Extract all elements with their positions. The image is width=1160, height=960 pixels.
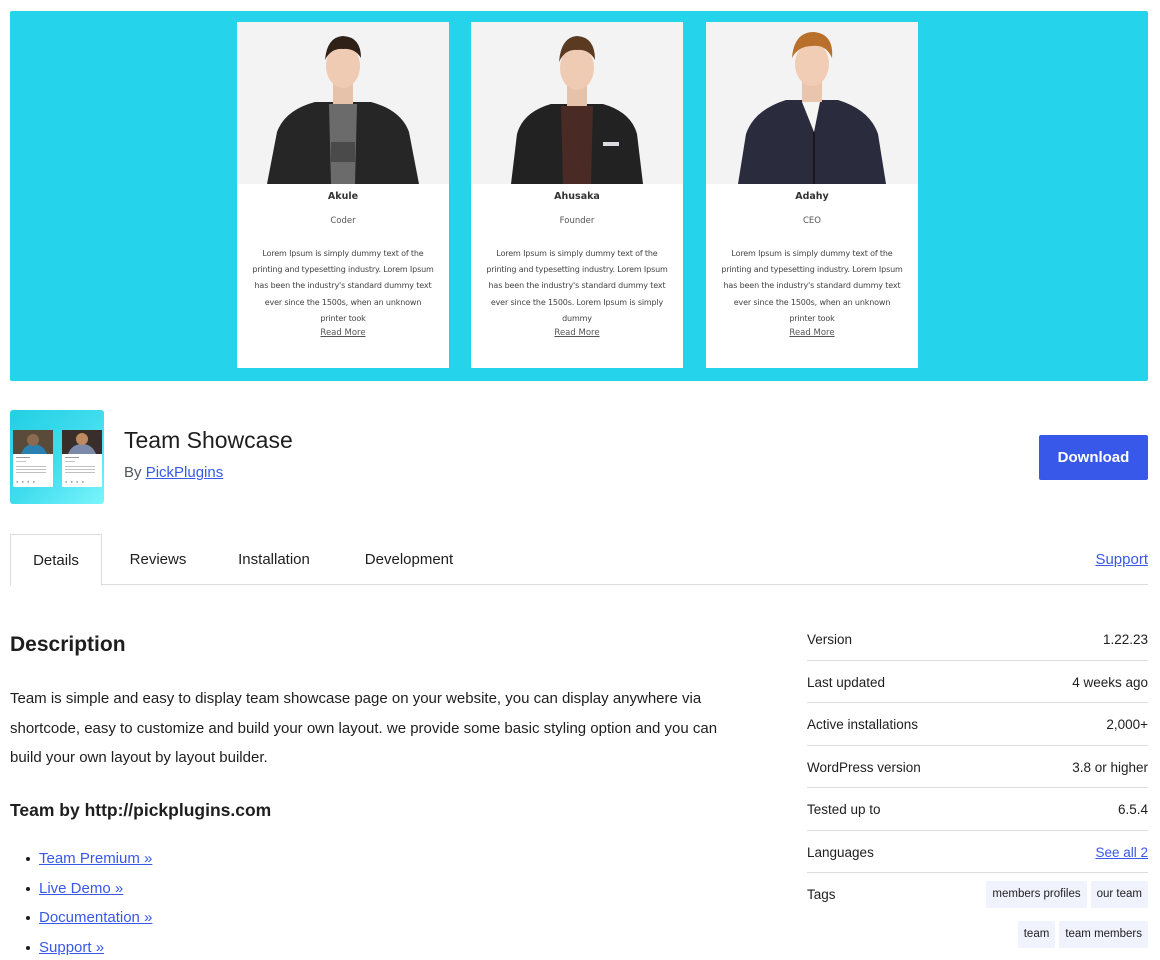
description-subheading: Team by http://pickplugins.com (10, 800, 272, 820)
meta-value: 3.8 or higher (1072, 759, 1148, 775)
meta-label: Active installations (807, 717, 919, 732)
support-link[interactable]: Support (1095, 534, 1148, 585)
mini-line (16, 469, 46, 471)
tab-details[interactable]: Details (10, 534, 102, 586)
member-photo (237, 22, 449, 184)
list-item: Support » (22, 933, 152, 960)
meta-row-active-installations: Active installations 2,000+ (807, 703, 1148, 746)
team-member-card: Adahy CEO Lorem Ipsum is simply dummy te… (706, 22, 918, 368)
documentation-link[interactable]: Documentation » (39, 909, 152, 926)
person-portrait-icon (706, 22, 918, 184)
person-portrait-icon (471, 22, 683, 184)
team-member-card: Akule Coder Lorem Ipsum is simply dummy … (237, 22, 449, 368)
tab-reviews[interactable]: Reviews (112, 534, 204, 585)
member-role: Founder (559, 216, 595, 226)
member-name: Adahy (795, 191, 829, 202)
team-member-card: Ahusaka Founder Lorem Ipsum is simply du… (471, 22, 683, 368)
mini-line (16, 457, 30, 459)
support-list-link[interactable]: Support » (39, 939, 104, 956)
meta-value: 2,000+ (1106, 717, 1148, 732)
tag-chip[interactable]: team (1017, 921, 1056, 948)
tag-chip[interactable]: our team (1090, 881, 1148, 908)
plugin-icon: ● ● ● ● ● ● ● ● (10, 410, 104, 504)
person-thumbnail-icon (13, 430, 53, 454)
mini-card: ● ● ● ● (13, 430, 53, 487)
mini-line (65, 466, 95, 468)
read-more-link[interactable]: Read More (471, 328, 683, 338)
mini-line (65, 457, 79, 459)
meta-label: Languages (807, 844, 874, 860)
description-heading: Description (10, 633, 126, 656)
meta-row-wordpress-version: WordPress version 3.8 or higher (807, 746, 1148, 788)
mini-line (16, 461, 26, 463)
description-text: Team is simple and easy to display team … (10, 690, 718, 766)
meta-row-last-updated: Last updated 4 weeks ago (807, 661, 1148, 703)
tab-bar: Details Reviews Installation Development… (10, 534, 1148, 586)
meta-row-version: Version 1.22.23 (807, 618, 1148, 661)
meta-label: Tested up to (807, 802, 881, 817)
list-item: Live Demo » (22, 874, 152, 904)
mini-line (65, 469, 95, 471)
download-button[interactable]: Download (1039, 435, 1148, 480)
member-name: Akule (327, 191, 359, 202)
plugin-meta: Version 1.22.23 Last updated 4 weeks ago… (807, 618, 1148, 960)
read-more-link[interactable]: Read More (237, 328, 449, 338)
tab-installation[interactable]: Installation (220, 534, 328, 585)
member-photo (471, 22, 683, 184)
mini-social-dots: ● ● ● ● (16, 479, 36, 484)
member-photo (706, 22, 918, 184)
mini-line (16, 466, 46, 468)
person-thumbnail-icon (62, 430, 102, 454)
member-role: Coder (330, 216, 356, 226)
member-bio: Lorem Ipsum is simply dummy text of the … (721, 249, 903, 323)
plugin-author: By PickPlugins (124, 464, 223, 481)
tag-chip[interactable]: members profiles (986, 881, 1087, 908)
mini-line (65, 472, 95, 474)
meta-row-tested-up-to: Tested up to 6.5.4 (807, 788, 1148, 831)
mini-card: ● ● ● ● (62, 430, 102, 487)
by-label: By (124, 464, 142, 481)
read-more-link[interactable]: Read More (706, 328, 918, 338)
meta-label: WordPress version (807, 759, 921, 775)
meta-value: 1.22.23 (1102, 632, 1148, 647)
author-link[interactable]: PickPlugins (146, 464, 224, 481)
tab-development[interactable]: Development (347, 534, 471, 585)
live-demo-link[interactable]: Live Demo » (39, 880, 123, 897)
list-item: Team Premium » (22, 844, 152, 874)
plugin-banner: Akule Coder Lorem Ipsum is simply dummy … (10, 11, 1148, 381)
member-role: CEO (803, 216, 821, 226)
mini-line (16, 472, 46, 474)
person-portrait-icon (237, 22, 449, 184)
member-bio: Lorem Ipsum is simply dummy text of the … (486, 249, 668, 323)
languages-see-all-link[interactable]: See all 2 (1095, 845, 1148, 860)
tag-list: members profiles our team team team memb… (958, 881, 1148, 948)
meta-label: Tags (807, 887, 836, 902)
meta-label: Version (807, 632, 853, 647)
meta-row-languages: Languages See all 2 (807, 831, 1148, 873)
meta-value: 4 weeks ago (1072, 674, 1148, 690)
plugin-title: Team Showcase (124, 427, 293, 453)
mini-line (65, 461, 75, 463)
meta-value: 6.5.4 (1117, 802, 1148, 817)
meta-label: Last updated (807, 674, 886, 690)
mini-social-dots: ● ● ● ● (65, 479, 85, 484)
list-item: Documentation » (22, 903, 152, 933)
member-name: Ahusaka (554, 191, 600, 202)
meta-row-tags: Tags members profiles our team team team… (807, 873, 1148, 960)
tag-chip[interactable]: team members (1059, 921, 1148, 948)
team-premium-link[interactable]: Team Premium » (39, 850, 152, 867)
links-list: Team Premium » Live Demo » Documentation… (22, 844, 152, 960)
member-bio: Lorem Ipsum is simply dummy text of the … (252, 249, 434, 323)
